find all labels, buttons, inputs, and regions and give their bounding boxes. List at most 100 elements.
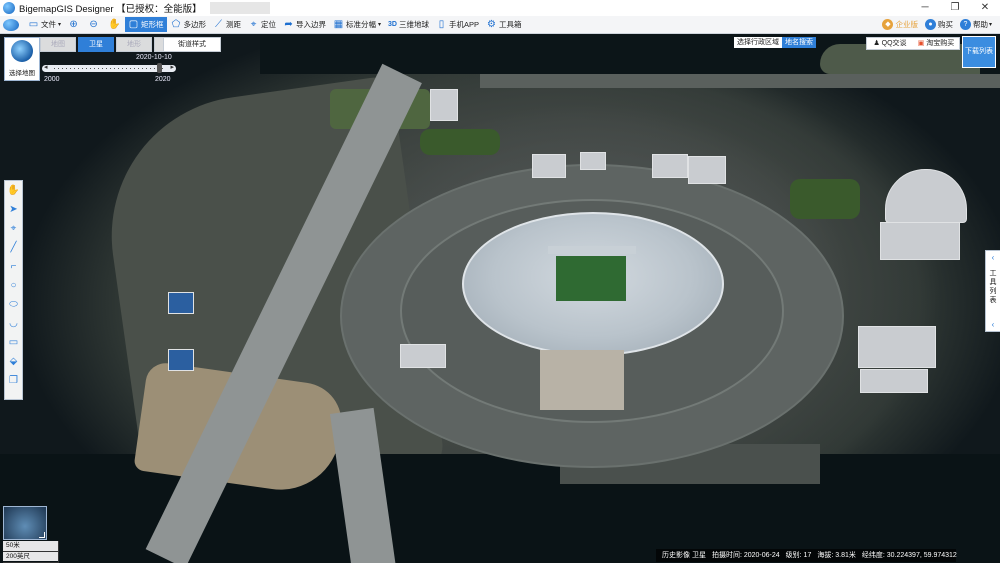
toolbar-measure-button[interactable]: ⟋ 测距 [210,17,244,32]
import-boundary-icon: ➦ [284,19,293,30]
redacted-area [209,2,270,14]
eraser-icon[interactable]: ⬙ [5,352,22,371]
status-altitude: 海拔: 3.81米 [817,552,856,559]
choose-map-label: 选择地图 [9,70,35,77]
line-icon[interactable]: ╱ [5,238,22,257]
circle-icon[interactable]: ○ [5,276,22,295]
status-coordinates: 经纬度: 30.224397, 59.974312 [861,552,957,559]
building [880,222,960,260]
close-button[interactable]: ✕ [970,0,1000,16]
building [400,344,446,368]
timeline-prev-icon[interactable]: ◂ [44,63,48,71]
timeline-start-year: 2000 [44,76,60,83]
place-search-button[interactable]: 地名搜索 [782,37,816,48]
marker-icon[interactable]: ⌖ [5,219,22,238]
qq-icon: ♟ [873,40,880,47]
app-menu-globe-button[interactable] [0,17,24,32]
building [858,326,936,368]
status-capture-time: 拍摄时间: 2020-06-24 [711,552,780,559]
status-level: 级别: 17 [785,552,812,559]
embankment-road [480,74,1000,88]
chevron-down-icon: ▾ [58,22,62,28]
pointer-icon[interactable]: ➤ [5,200,22,219]
chevron-down-icon: ▾ [378,22,382,28]
minimize-button[interactable]: ─ [910,0,940,16]
ellipse-icon[interactable]: ⬭ [5,295,22,314]
building [532,154,566,178]
ruler-icon: ⟋ [215,19,223,30]
toolbar-toolbox-button[interactable]: ⚙ 工具箱 [483,17,525,32]
toolbar-file-button[interactable]: ▭ 文件 ▾ [25,17,64,32]
gear-toolbox-icon: ⚙ [487,19,496,30]
window-controls: ─ ❐ ✕ [910,0,1000,16]
tab-terrain[interactable]: 地形 [116,37,152,52]
polyline-icon[interactable]: ⌐ [5,257,22,276]
grid-icon: ▦ [333,19,344,30]
contact-bar: ♟ QQ交谈 ▣ 淘宝购买 [866,37,960,50]
resize-corner-icon[interactable] [39,532,45,538]
layers-icon[interactable]: ❐ [5,371,22,390]
toolbar-import-boundary-button[interactable]: ➦ 导入边界 [280,17,329,32]
window-title: BigemapGIS Designer 【已授权：全能版】 [19,4,202,15]
chevron-left-icon[interactable]: ‹ [986,320,1000,329]
drawing-tools-panel: ✋ ➤ ⌖ ╱ ⌐ ○ ⬭ ◡ ▭ ⬙ ❐ [4,180,23,400]
status-bar: 历史影像 卫星 拍摄时间: 2020-06-24 级别: 17 海拔: 3.81… [656,549,957,562]
taobao-buy-button[interactable]: ▣ 淘宝购买 [913,38,959,49]
building [168,349,194,371]
choose-map-button[interactable]: 选择地图 [4,37,40,81]
scale-bar: 50米 200英尺 [3,541,59,563]
toolbar-pan-button[interactable]: ✋ [105,17,124,32]
zoom-out-icon: ⊖ [89,19,98,30]
chevron-down-icon: ▾ [988,22,992,28]
building [168,292,194,314]
app-logo-icon [3,2,15,14]
enterprise-button[interactable]: ◆ 企业版 [879,17,921,32]
arc-icon[interactable]: ◡ [5,314,22,333]
history-timeline-slider[interactable]: ◂ ▸ [42,63,176,73]
street-style-button[interactable]: 街道样式 [163,37,221,52]
maximize-button[interactable]: ❐ [940,0,970,16]
timeline-end-year: 2020 [155,76,171,83]
hand-icon[interactable]: ✋ [5,181,22,200]
download-list-button[interactable]: 下载列表 [962,36,996,68]
stadium-pitch [556,256,626,301]
toolbar-rectangle-button[interactable]: ▢ 矩形框 [125,17,167,32]
green-area [420,129,500,155]
buy-icon: ● [924,19,936,30]
building [885,169,967,223]
toolbar-zoom-out-button[interactable]: ⊖ [85,17,104,32]
help-icon: ? [959,19,971,30]
timeline-next-icon[interactable]: ▸ [170,63,174,71]
scale-imperial: 200英尺 [3,552,59,563]
tab-satellite[interactable]: 卫星 [78,37,114,52]
timeline-date: 2020-10-10 [136,54,172,61]
plaza-area [540,350,624,410]
buy-button[interactable]: ● 购买 [922,17,956,32]
qq-chat-button[interactable]: ♟ QQ交谈 [867,38,913,49]
tab-map[interactable]: 地图 [40,37,76,52]
timeline-handle[interactable] [156,63,162,73]
select-region-button[interactable]: 选择行政区域 [734,37,782,48]
stadium-roof-truss [548,246,636,254]
overview-map[interactable] [3,506,47,540]
toolbar-locate-button[interactable]: ⌖ 定位 [245,17,279,32]
map-canvas[interactable] [0,34,1000,563]
tool-list-panel[interactable]: ‹ 工具列表 ‹ [985,250,1000,332]
toolbar-standard-sheet-button[interactable]: ▦ 标准分幅 ▾ [330,17,384,32]
tool-list-label: 工具列表 [989,270,997,304]
globe-icon [3,18,19,31]
toolbar-3d-globe-button[interactable]: 3D 三维地球 [385,17,432,32]
building [688,156,726,184]
taobao-icon: ▣ [917,40,925,47]
title-bar: BigemapGIS Designer 【已授权：全能版】 ─ ❐ ✕ [0,0,1000,16]
timeline-track [54,68,164,69]
help-button[interactable]: ? 帮助 ▾ [957,17,995,32]
location-pin-icon: ⌖ [250,19,257,30]
rectangle-icon[interactable]: ▭ [5,333,22,352]
toolbar-mobile-app-button[interactable]: ▯ 手机APP [433,17,482,32]
zoom-in-icon: ⊕ [69,19,78,30]
chevron-left-icon[interactable]: ‹ [986,253,1000,262]
main-toolbar: ▭ 文件 ▾ ⊕ ⊖ ✋ ▢ 矩形框 ⬠ 多边形 ⟋ 测距 ⌖ 定位 ➦ 导入边界 ▦ 标准分幅… [0,16,1000,34]
toolbar-polygon-button[interactable]: ⬠ 多边形 [168,17,210,32]
toolbar-zoom-in-button[interactable]: ⊕ [65,17,84,32]
